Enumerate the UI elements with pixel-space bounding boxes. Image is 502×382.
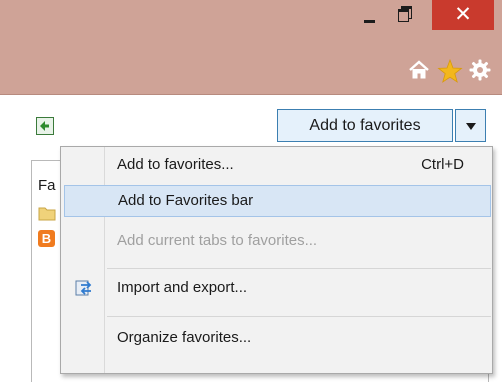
close-icon: ✕	[454, 2, 472, 26]
add-to-favorites-dropdown[interactable]	[455, 109, 486, 142]
add-to-favorites-button[interactable]: Add to favorites	[277, 109, 453, 142]
star-icon[interactable]	[437, 58, 463, 84]
menu-item-label: Organize favorites...	[117, 329, 252, 346]
menu-item-label: Add current tabs to favorites...	[117, 232, 318, 249]
folder-icon	[38, 205, 56, 221]
pin-icon[interactable]	[36, 117, 54, 135]
menu-item-import-export[interactable]: Import and export...	[107, 272, 491, 304]
restore-button[interactable]	[386, 0, 422, 28]
menu-item-add-current-tabs: Add current tabs to favorites...	[107, 225, 491, 257]
add-favorites-menu: Add to favorites... Ctrl+D Add to Favori…	[60, 146, 493, 374]
home-icon[interactable]	[406, 58, 432, 84]
menu-item-label: Add to favorites...	[117, 156, 234, 173]
blogger-icon: B	[38, 230, 55, 247]
menu-separator	[107, 268, 491, 269]
chevron-down-icon	[466, 123, 476, 130]
menu-item-label: Add to Favorites bar	[118, 192, 254, 209]
minimize-button[interactable]	[354, 0, 384, 28]
title-bar: ✕	[0, 0, 502, 48]
close-button[interactable]: ✕	[432, 0, 494, 30]
command-toolbar	[0, 48, 502, 95]
menu-item-shortcut: Ctrl+D	[421, 156, 464, 173]
menu-item-label: Import and export...	[117, 279, 248, 296]
menu-separator	[107, 316, 491, 317]
gear-icon[interactable]	[467, 58, 493, 84]
menu-item-add-to-favorites-bar[interactable]: Add to Favorites bar	[64, 185, 491, 217]
restore-icon-front	[398, 9, 409, 22]
menu-item-add-to-favorites[interactable]: Add to favorites... Ctrl+D	[107, 149, 491, 181]
favorites-tab-label[interactable]: Fa	[38, 177, 56, 194]
menu-icon-column	[61, 147, 105, 373]
import-export-icon	[75, 279, 93, 297]
menu-item-organize-favorites[interactable]: Organize favorites...	[107, 322, 491, 354]
minimize-icon	[364, 20, 375, 23]
